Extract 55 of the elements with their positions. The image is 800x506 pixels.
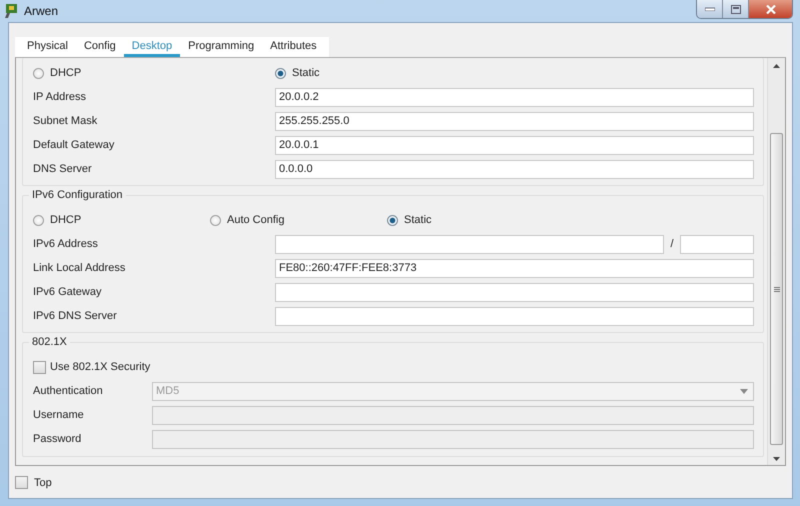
radio-button[interactable] <box>210 214 221 226</box>
close-button[interactable] <box>749 0 792 18</box>
app-icon <box>4 3 20 19</box>
tab[interactable]: Physical <box>19 37 76 57</box>
field-label: DNS Server <box>33 163 93 175</box>
radio-button[interactable] <box>33 68 44 78</box>
scroll-up-icon[interactable] <box>773 64 780 68</box>
tab[interactable]: Config <box>76 37 124 57</box>
radio-button[interactable] <box>33 214 44 226</box>
input-field[interactable] <box>275 234 664 254</box>
input-field[interactable] <box>275 306 754 326</box>
scrollbar[interactable] <box>767 58 785 465</box>
input-field[interactable]: 20.0.0.1 <box>275 136 754 154</box>
maximize-icon <box>730 4 740 14</box>
input-field[interactable]: 0.0.0.0 <box>275 160 754 178</box>
maximize-button[interactable] <box>723 0 749 18</box>
radio-label: DHCP <box>50 214 82 226</box>
input-field[interactable] <box>275 282 754 302</box>
separator-text: / <box>669 238 675 250</box>
tab[interactable]: Attributes <box>262 37 325 57</box>
radio-label: DHCP <box>50 67 82 79</box>
checkbox-label: Use 802.1X Security <box>50 361 150 373</box>
prefix-field[interactable] <box>680 234 754 254</box>
input-field[interactable]: 20.0.0.2 <box>275 88 754 106</box>
input-field[interactable]: FE80::260:47FF:FEE8:3773 <box>275 258 754 278</box>
scroll-thumb[interactable] <box>770 133 783 445</box>
field-label: Authentication <box>33 385 104 397</box>
group-title: IPv6 Configuration <box>29 189 126 201</box>
field-label: IPv6 Address <box>33 238 99 250</box>
scroll-down-icon[interactable] <box>773 457 780 461</box>
input-field[interactable]: 255.255.255.0 <box>275 112 754 130</box>
radio-label: Auto Config <box>227 214 284 226</box>
checkbox[interactable] <box>33 360 46 374</box>
close-icon <box>766 4 776 14</box>
radio-label: Static <box>404 214 432 226</box>
field-label: Username <box>33 409 85 421</box>
tab[interactable]: Programming <box>180 37 262 57</box>
minimize-icon <box>704 7 714 11</box>
field-label: Link Local Address <box>33 262 126 274</box>
field-label: IP Address <box>33 91 87 103</box>
radio-button[interactable] <box>387 214 398 226</box>
field-label: Subnet Mask <box>33 115 98 127</box>
radio-label: Static <box>292 67 320 79</box>
field-label: Default Gateway <box>33 139 116 151</box>
radio-button[interactable] <box>275 68 286 78</box>
checkbox[interactable] <box>15 476 28 489</box>
field-label: IPv6 Gateway <box>33 286 102 298</box>
group-title: 802.1X <box>29 336 70 348</box>
checkbox-label: Top <box>34 476 52 488</box>
field-label: Password <box>33 433 82 445</box>
field-label: IPv6 DNS Server <box>33 310 118 322</box>
caret-icon <box>740 388 748 394</box>
grip-icon <box>774 286 780 292</box>
minimize-button[interactable] <box>697 0 723 18</box>
window-title: Arwen <box>24 4 58 18</box>
